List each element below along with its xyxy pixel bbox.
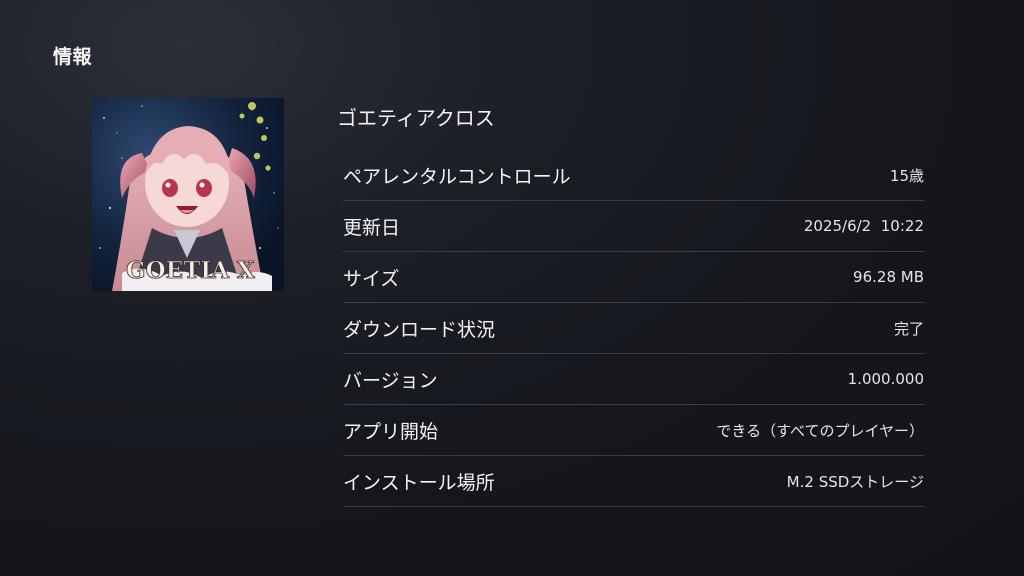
game-cover-art-icon: GOETIA X ゴエティアクロス	[92, 98, 284, 291]
game-title: ゴエティアクロス	[337, 106, 495, 130]
logo-text: GOETIA X	[126, 257, 255, 284]
info-value: 完了	[893, 319, 924, 338]
info-value: 96.28 MB	[853, 268, 924, 286]
info-value: できる（すべてのプレイヤー）	[716, 421, 924, 440]
page-title: 情報	[53, 46, 93, 68]
game-thumbnail: GOETIA X ゴエティアクロス	[92, 98, 284, 291]
info-row-version: バージョン 1.000.000	[343, 354, 924, 405]
info-label: アプリ開始	[343, 420, 439, 443]
info-list: ペアレンタルコントロール 15歳 更新日 2025/6/2 10:22 サイズ …	[343, 150, 924, 507]
info-value: M.2 SSDストレージ	[786, 472, 924, 491]
info-label: ダウンロード状況	[343, 318, 496, 341]
info-label: インストール場所	[343, 471, 495, 494]
info-label: 更新日	[343, 216, 401, 239]
info-value: 15歳	[889, 166, 924, 185]
info-label: バージョン	[343, 369, 438, 392]
info-row-updated-date: 更新日 2025/6/2 10:22	[343, 201, 924, 252]
info-row-size: サイズ 96.28 MB	[343, 252, 924, 303]
info-value: 1.000.000	[847, 370, 924, 388]
info-value: 2025/6/2 10:22	[803, 217, 924, 235]
info-row-parental-control: ペアレンタルコントロール 15歳	[343, 150, 924, 201]
info-row-download-status: ダウンロード状況 完了	[343, 303, 924, 354]
info-label: サイズ	[343, 267, 400, 290]
info-row-app-launch: アプリ開始 できる（すべてのプレイヤー）	[343, 405, 924, 456]
info-label: ペアレンタルコントロール	[343, 165, 571, 188]
info-row-install-location: インストール場所 M.2 SSDストレージ	[343, 456, 924, 507]
logo-subtext: ゴエティアクロス	[148, 281, 203, 290]
